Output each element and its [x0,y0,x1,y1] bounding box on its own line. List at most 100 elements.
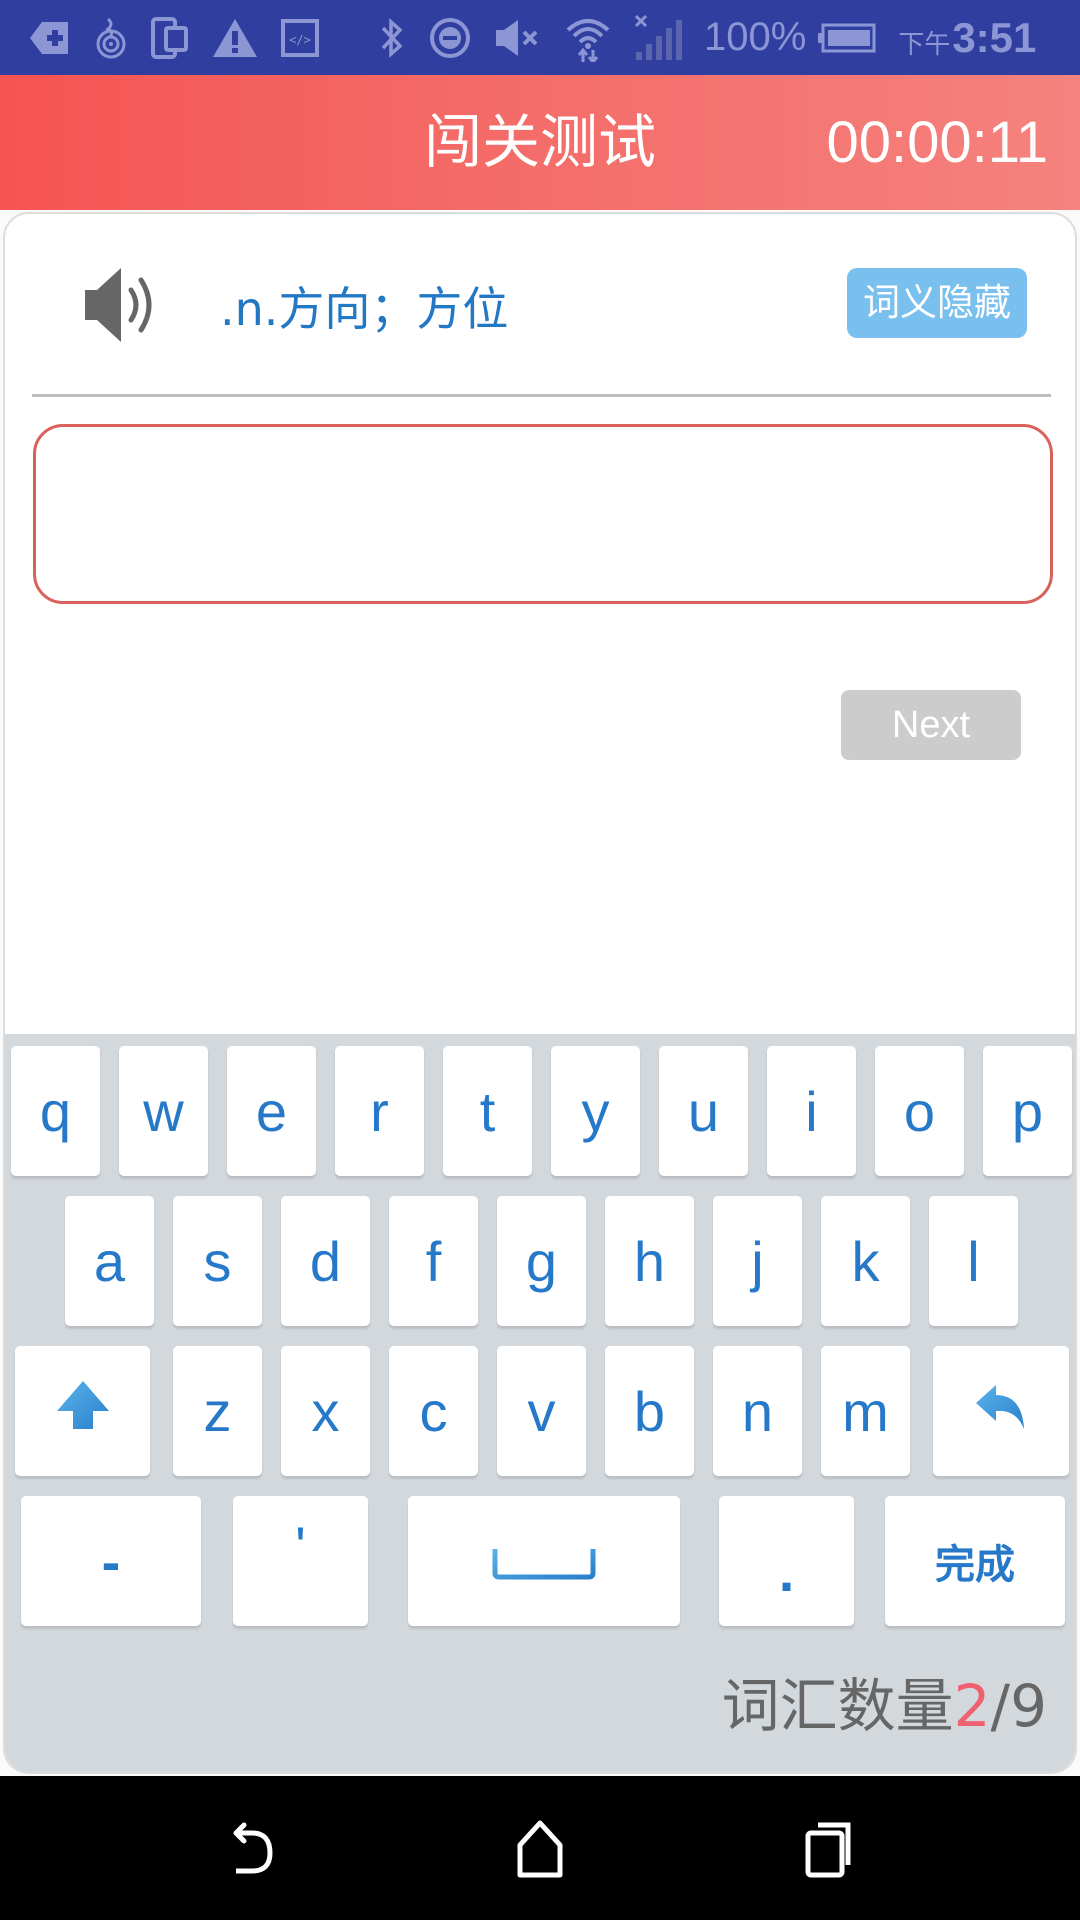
keyboard: q w e r t y u i o p a s d f g h j k l z … [5,1034,1075,1772]
key-i[interactable]: i [767,1046,856,1176]
key-label: c [419,1379,448,1443]
battery-icon [818,13,876,63]
key-label: u [687,1079,720,1143]
backspace-arrow-icon [974,1379,1028,1444]
elapsed-timer: 00:00:11 [826,110,1048,175]
key-v[interactable]: v [497,1346,586,1476]
key-label: ' [295,1514,306,1578]
key-k[interactable]: k [821,1196,910,1326]
code-icon: </> [280,13,320,63]
key-f[interactable]: f [389,1196,478,1326]
bluetooth-icon [378,13,406,63]
shift-arrow-icon [55,1379,111,1444]
key-y[interactable]: y [551,1046,640,1176]
answer-input[interactable] [33,424,1053,604]
quiz-card: .n.方向；方位 词义隐藏 Next q w e r t y u i o p a… [3,212,1077,1774]
key-h[interactable]: h [605,1196,694,1326]
key-label: s [203,1229,232,1293]
key-x[interactable]: x [281,1346,370,1476]
back-icon[interactable] [207,1804,297,1894]
backspace-key[interactable] [933,1346,1069,1476]
key-m[interactable]: m [821,1346,910,1476]
shift-key[interactable] [15,1346,150,1476]
key-s[interactable]: s [173,1196,262,1326]
clock: 3:51 [952,13,1037,61]
key-e[interactable]: e [227,1046,316,1176]
key-l[interactable]: l [929,1196,1018,1326]
do-not-disturb-icon [428,13,472,63]
key-label: b [633,1379,666,1443]
counter-separator: / [990,1672,1011,1740]
navigation-bar [0,1776,1080,1920]
key-w[interactable]: w [119,1046,208,1176]
key-n[interactable]: n [713,1346,802,1476]
key-label: 完成 [935,1543,1015,1587]
home-icon[interactable] [495,1804,585,1894]
space-key[interactable] [408,1496,680,1626]
wifi-icon [564,13,612,63]
counter-label: 词汇数量 [721,1672,954,1740]
done-key[interactable]: 完成 [885,1496,1065,1626]
key-period[interactable]: . [719,1496,854,1626]
word-counter: 词汇数量2/9 [722,1666,1047,1746]
key-q[interactable]: q [11,1046,100,1176]
header: 闯关测试 00:00:11 [0,75,1080,210]
battery-percentage: 100% [704,15,807,59]
hotspot-icon [94,13,128,63]
status-bar: </> 100% 下午 3:51 [0,0,1080,75]
key-j[interactable]: j [713,1196,802,1326]
key-label: n [741,1379,774,1443]
key-label: . [778,1539,795,1603]
key-label: g [525,1229,558,1293]
key-d[interactable]: d [281,1196,370,1326]
key-label: y [581,1079,610,1143]
key-label: e [255,1079,288,1143]
svg-text:</>: </> [289,33,311,47]
key-label: m [842,1379,889,1443]
key-label: j [751,1229,764,1293]
key-label: i [805,1079,818,1143]
key-label: z [203,1379,232,1443]
clock-period: 下午 [898,30,951,60]
key-label: a [93,1229,126,1293]
key-hyphen[interactable]: - [21,1496,201,1626]
key-label: x [311,1379,340,1443]
key-label: p [1011,1079,1044,1143]
device-icon [150,13,190,63]
hide-meaning-button[interactable]: 词义隐藏 [847,268,1027,338]
key-p[interactable]: p [983,1046,1072,1176]
key-label: w [143,1079,184,1143]
key-apostrophe[interactable]: ' [233,1496,368,1626]
key-label: t [479,1079,496,1143]
key-r[interactable]: r [335,1046,424,1176]
speaker-icon[interactable] [83,264,165,346]
key-c[interactable]: c [389,1346,478,1476]
key-label: d [309,1229,342,1293]
signal-no-service-icon [634,13,682,63]
key-o[interactable]: o [875,1046,964,1176]
counter-total: 9 [1010,1672,1047,1740]
key-t[interactable]: t [443,1046,532,1176]
key-label: l [967,1229,980,1293]
key-b[interactable]: b [605,1346,694,1476]
key-z[interactable]: z [173,1346,262,1476]
key-label: o [903,1079,936,1143]
key-label: k [851,1229,880,1293]
word-meaning: .n.方向；方位 [220,282,509,336]
key-label: - [101,1529,121,1593]
key-a[interactable]: a [65,1196,154,1326]
space-bar-icon [492,1529,596,1594]
divider [32,394,1051,397]
key-g[interactable]: g [497,1196,586,1326]
volume-muted-icon [494,13,542,63]
word-row: .n.方向；方位 词义隐藏 [5,214,1075,397]
next-button[interactable]: Next [841,690,1021,760]
key-u[interactable]: u [659,1046,748,1176]
counter-current: 2 [953,1672,991,1740]
key-label: f [425,1229,442,1293]
warning-icon [212,13,258,63]
recents-icon[interactable] [783,1804,873,1894]
notification-plus-icon [28,13,72,63]
key-label: r [370,1079,389,1143]
key-label: h [633,1229,666,1293]
